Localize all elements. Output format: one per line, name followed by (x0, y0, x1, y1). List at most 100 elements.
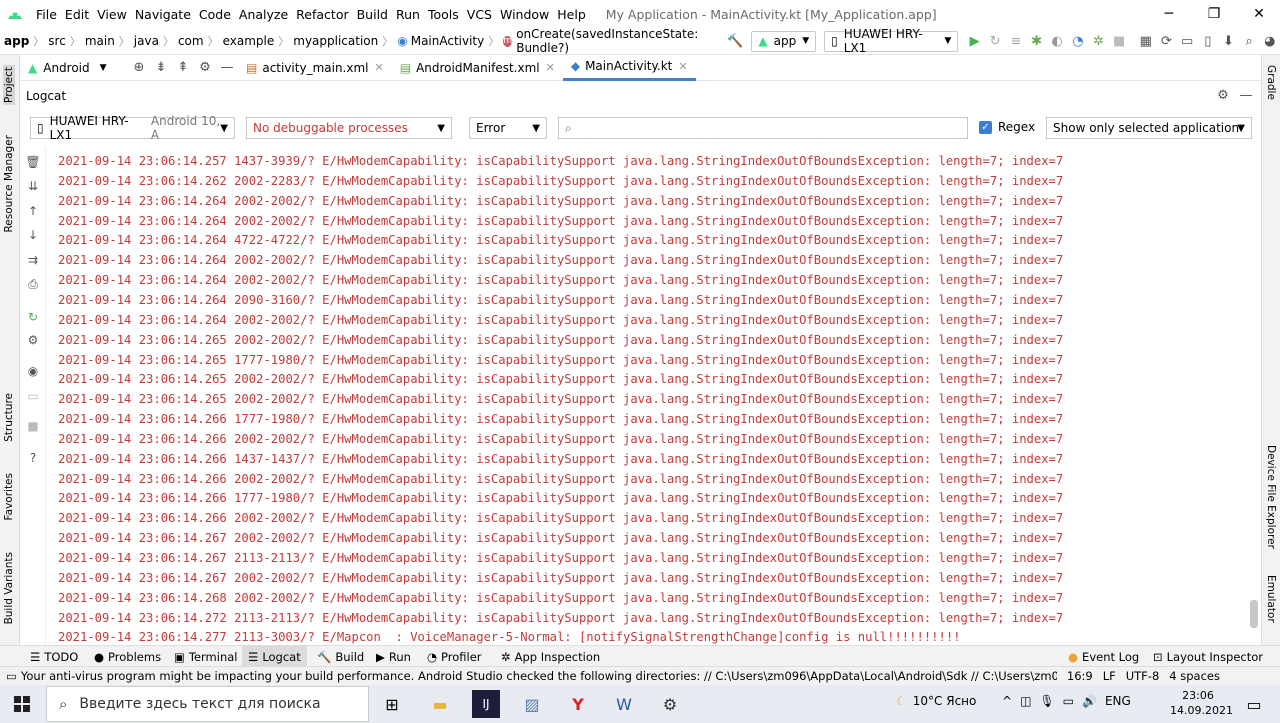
emulator-tool-tab[interactable]: Emulator (1265, 575, 1277, 623)
breadcrumb-item[interactable]: java 〉 (134, 28, 178, 55)
structure-tool-tab[interactable]: Structure (3, 393, 15, 442)
log-line[interactable]: 2021-09-14 23:06:14.267 2002-2002/? E/Hw… (58, 568, 1063, 588)
log-line[interactable]: 2021-09-14 23:06:14.266 1437-1437/? E/Hw… (58, 449, 1063, 469)
debug-icon[interactable]: ✱ (1026, 30, 1047, 52)
breadcrumb-item[interactable]: com 〉 (178, 28, 223, 55)
notifications-icon[interactable]: ▭ (1240, 690, 1268, 718)
log-line[interactable]: 2021-09-14 23:06:14.264 2002-2002/? E/Hw… (58, 250, 1063, 270)
arrow-down-icon[interactable]: ↓ (25, 227, 41, 243)
log-line[interactable]: 2021-09-14 23:06:14.264 2002-2002/? E/Hw… (58, 270, 1063, 290)
log-line[interactable]: 2021-09-14 23:06:14.262 2002-2283/? E/Hw… (58, 171, 1063, 191)
log-line[interactable]: 2021-09-14 23:06:14.266 2002-2002/? E/Hw… (58, 508, 1063, 528)
search-field[interactable]: ⌕ (558, 117, 968, 139)
log-line[interactable]: 2021-09-14 23:06:14.257 1437-3939/? E/Hw… (58, 151, 1063, 171)
breadcrumb-item[interactable]: app 〉 (4, 28, 48, 55)
apply-code-changes-icon[interactable]: ≡ (1006, 30, 1027, 52)
word-icon[interactable]: W (610, 690, 638, 718)
meet-now-icon[interactable]: ◫ (1020, 694, 1031, 708)
menu-run[interactable]: Run (392, 0, 424, 28)
menu-help[interactable]: Help (553, 0, 590, 28)
breadcrumb-item[interactable]: m onCreate(savedInstanceState: Bundle?) (503, 27, 711, 55)
settings-icon[interactable]: ⚙ (656, 690, 684, 718)
task-view-icon[interactable]: ⊞ (378, 690, 406, 718)
scroll-to-end-icon[interactable]: ⇊ (25, 178, 41, 194)
tab-logcat[interactable]: ☰ Logcat (242, 646, 307, 667)
yandex-browser-icon[interactable]: Y (564, 690, 592, 718)
sync-gradle-icon[interactable]: ⟳ (1156, 30, 1177, 52)
project-view-selector[interactable]: ▲ Android ▼ (20, 61, 120, 75)
log-line[interactable]: 2021-09-14 23:06:14.266 1777-1980/? E/Hw… (58, 488, 1063, 508)
menu-code[interactable]: Code (195, 0, 235, 28)
breadcrumb-item[interactable]: src 〉 (48, 28, 85, 55)
close-tab-icon[interactable]: ✕ (678, 60, 687, 73)
log-line[interactable]: 2021-09-14 23:06:14.265 1777-1980/? E/Hw… (58, 350, 1063, 370)
tab-problems[interactable]: ● Problems (94, 646, 161, 667)
crosshair-icon[interactable]: ⊕ (128, 57, 150, 79)
regex-checkbox[interactable]: ✓ Regex (979, 120, 1035, 134)
menu-analyze[interactable]: Analyze (235, 0, 292, 28)
tab-profiler[interactable]: ◔ Profiler (427, 646, 482, 667)
build-variants-tool-tab[interactable]: Build Variants (3, 552, 15, 624)
log-line[interactable]: 2021-09-14 23:06:14.264 2090-3160/? E/Hw… (58, 290, 1063, 310)
run-icon[interactable]: ▶ (964, 30, 985, 52)
clock[interactable]: 23:06 14.09.2021 (1170, 688, 1233, 718)
tab-terminal[interactable]: ▣ Terminal (174, 646, 237, 667)
project-structure-icon[interactable]: ▦ (1136, 30, 1157, 52)
collapse-all-icon[interactable]: ⇟ (150, 57, 172, 79)
tab-todo[interactable]: ☰ TODO (30, 646, 78, 667)
trash-icon[interactable]: 🗑 (25, 154, 41, 170)
make-project-icon[interactable]: 🔨 (725, 30, 746, 52)
logcat-output[interactable]: 2021-09-14 23:06:14.257 1437-3939/? E/Hw… (47, 147, 1250, 645)
tab-build[interactable]: 🔨 Build (317, 646, 364, 667)
chevron-up-icon[interactable]: ^ (1002, 694, 1012, 708)
minimize-button[interactable]: ─ (1146, 0, 1192, 28)
arrow-up-icon[interactable]: ↑ (25, 203, 41, 219)
help-icon[interactable]: ? (25, 450, 41, 466)
caret-position[interactable]: 16:9 (1067, 669, 1093, 683)
taskbar-search[interactable]: ⌕ Введите здесь текст для поиска (46, 686, 369, 722)
record-video-icon[interactable]: ▭ (25, 388, 41, 404)
restart-icon[interactable]: ↻ (25, 309, 41, 325)
log-line[interactable]: 2021-09-14 23:06:14.265 2002-2002/? E/Hw… (58, 369, 1063, 389)
menu-edit[interactable]: Edit (61, 0, 93, 28)
stop-icon[interactable]: ■ (25, 418, 41, 434)
device-file-explorer-tool-tab[interactable]: Device File Explorer (1265, 445, 1277, 549)
gear-icon[interactable]: ⚙ (194, 57, 216, 79)
project-tool-tab[interactable]: Project (3, 65, 15, 105)
menu-vcs[interactable]: VCS (463, 0, 496, 28)
avd-manager-icon[interactable]: ▭ (1177, 30, 1198, 52)
camera-icon[interactable]: ◉ (25, 363, 41, 379)
close-button[interactable]: ✕ (1236, 0, 1280, 28)
breadcrumb-item[interactable]: ◉ MainActivity 〉 (397, 28, 503, 55)
close-tab-icon[interactable]: ✕ (546, 61, 555, 74)
coverage-icon[interactable]: ◐ (1047, 30, 1068, 52)
device-combo[interactable]: ▯ HUAWEI HRY-LX1 ▼ (824, 27, 959, 55)
run-config-combo[interactable]: ▲ app ▼ (751, 30, 817, 52)
attach-debugger-icon[interactable]: ✲ (1088, 30, 1109, 52)
file-encoding[interactable]: UTF-8 (1126, 669, 1160, 683)
weather-widget[interactable]: ☾ 10°C Ясно (896, 694, 976, 708)
menu-tools[interactable]: Tools (424, 0, 463, 28)
log-line[interactable]: 2021-09-14 23:06:14.272 2113-2113/? E/Hw… (58, 608, 1063, 628)
filter-dropdown[interactable]: Show only selected application ▼ (1046, 117, 1252, 139)
gear-icon[interactable]: ⚙ (1212, 85, 1234, 107)
volume-icon[interactable]: 🔊 (1082, 694, 1097, 708)
menu-file[interactable]: File (32, 0, 61, 28)
account-icon[interactable]: ◕ (1259, 30, 1280, 52)
line-separator[interactable]: LF (1103, 669, 1116, 683)
hide-icon[interactable]: — (1235, 85, 1257, 107)
tab-layout-inspector[interactable]: ⊡ Layout Inspector (1153, 646, 1263, 667)
status-message[interactable]: Your anti-virus program might be impacti… (21, 669, 1057, 683)
image-viewer-icon[interactable]: ▨ (518, 690, 546, 718)
tab-main-activity[interactable]: ◆ MainActivity.kt ✕ (562, 54, 696, 81)
device-manager-icon[interactable]: ▯ (1197, 30, 1218, 52)
close-tab-icon[interactable]: ✕ (375, 61, 384, 74)
menu-view[interactable]: View (93, 0, 131, 28)
language-indicator[interactable]: ENG (1105, 694, 1131, 708)
print-icon[interactable]: ⎙ (25, 276, 41, 292)
gradle-tool-tab[interactable]: Gradle (1265, 65, 1277, 100)
resource-manager-tool-tab[interactable]: Resource Manager (3, 135, 15, 233)
file-explorer-icon[interactable]: ▬ (426, 690, 454, 718)
breadcrumb-item[interactable]: example 〉 (223, 28, 294, 55)
log-line[interactable]: 2021-09-14 23:06:14.265 2002-2002/? E/Hw… (58, 389, 1063, 409)
